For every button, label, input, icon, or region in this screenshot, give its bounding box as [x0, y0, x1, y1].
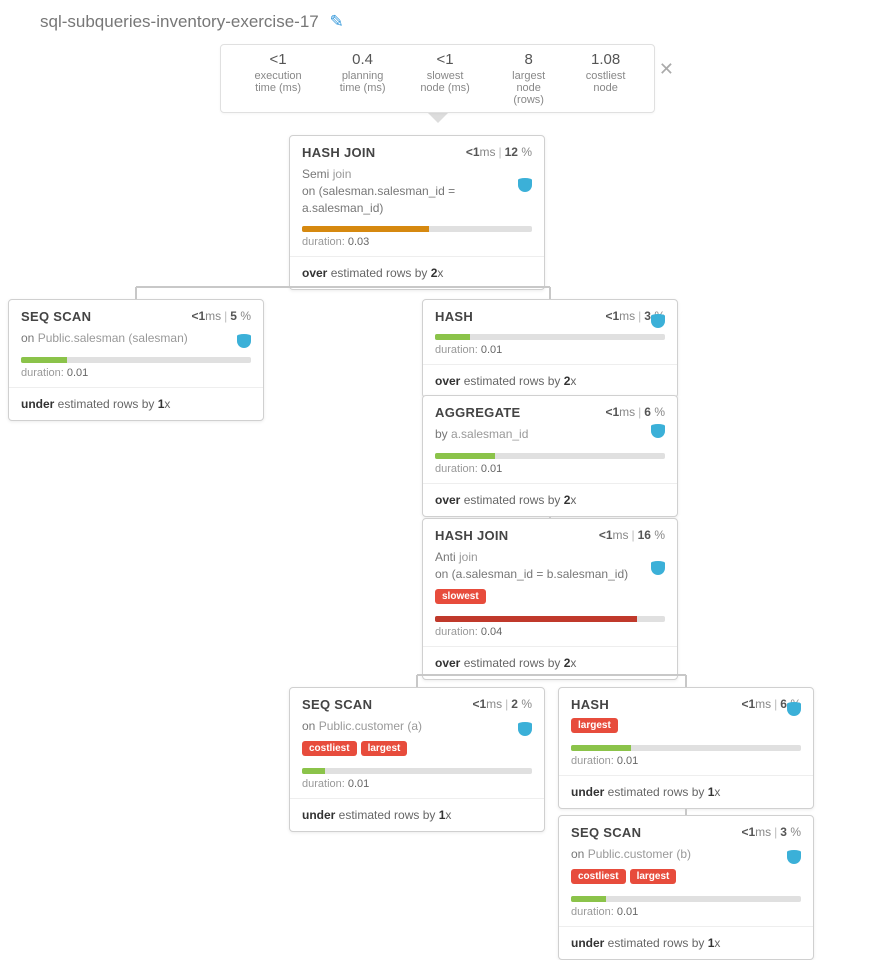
duration-bar — [559, 741, 813, 753]
node-description: on Public.customer (a) — [290, 718, 544, 741]
database-icon[interactable] — [518, 178, 532, 194]
badge-costliest: costliest — [571, 869, 626, 884]
badges: largest — [559, 718, 813, 741]
duration-bar — [423, 612, 677, 624]
connector — [136, 286, 417, 288]
node-header: AGGREGATE <1ms|6 % — [423, 396, 677, 426]
node-meta: <1ms|16 % — [599, 528, 665, 543]
node-header: HASH JOIN <1ms|12 % — [290, 136, 544, 166]
badge-costliest: costliest — [302, 741, 357, 756]
connector — [685, 675, 687, 687]
duration-label: duration: 0.01 — [423, 461, 677, 484]
node-meta: <1ms|2 % — [472, 697, 532, 712]
node-header: SEQ SCAN <1ms|5 % — [9, 300, 263, 330]
connector — [416, 675, 418, 687]
duration-label: duration: 0.01 — [9, 365, 263, 388]
node-header: SEQ SCAN <1ms|2 % — [290, 688, 544, 718]
stat-execution-time: <1 execution time (ms) — [235, 51, 321, 106]
connector — [550, 674, 686, 676]
badge-largest: largest — [361, 741, 408, 756]
plan-node-n2[interactable]: HASH<1ms|3 % duration: 0.01over estimated… — [422, 299, 678, 398]
node-title: HASH — [435, 309, 473, 324]
node-description: Anti joinon (a.salesman_id = b.salesman_… — [423, 549, 677, 589]
node-description: on Public.customer (b) — [559, 846, 813, 869]
node-title: HASH JOIN — [435, 528, 509, 543]
node-meta: <1ms|6 % — [605, 405, 665, 420]
badge-largest: largest — [630, 869, 677, 884]
database-icon[interactable] — [518, 722, 532, 738]
node-title: SEQ SCAN — [21, 309, 91, 324]
duration-bar — [423, 449, 677, 461]
estimate-row: over estimated rows by 2x — [423, 365, 677, 397]
duration-label: duration: 0.01 — [559, 904, 813, 927]
badges: costliest largest — [559, 869, 813, 892]
badge-slowest: slowest — [435, 589, 486, 604]
database-icon[interactable] — [651, 561, 665, 577]
estimate-row: under estimated rows by 1x — [559, 776, 813, 808]
node-title: AGGREGATE — [435, 405, 521, 420]
connector — [135, 287, 137, 299]
badges: costliest largest — [290, 741, 544, 764]
stat-largest-node: 8 largest node (rows) — [486, 51, 571, 106]
duration-bar — [559, 892, 813, 904]
node-header: HASH JOIN <1ms|16 % — [423, 519, 677, 549]
duration-label: duration: 0.04 — [423, 624, 677, 647]
duration-label: duration: 0.01 — [290, 776, 544, 799]
estimate-row: under estimated rows by 1x — [559, 927, 813, 959]
node-description: on Public.salesman (salesman) — [9, 330, 263, 353]
duration-label: duration: 0.01 — [559, 753, 813, 776]
badge-largest: largest — [571, 718, 618, 733]
estimate-row: under estimated rows by 1x — [290, 799, 544, 831]
stats-panel: <1 execution time (ms) 0.4 planning time… — [220, 44, 655, 113]
stat-costliest-node: 1.08 costliest node — [571, 51, 640, 106]
connector — [549, 287, 551, 299]
database-icon[interactable] — [787, 850, 801, 866]
stat-slowest-node: <1 slowest node (ms) — [404, 51, 486, 106]
node-title: HASH — [571, 697, 609, 712]
duration-bar — [423, 330, 677, 342]
estimate-row: over estimated rows by 2x — [290, 257, 544, 289]
node-description: Semi joinon (salesman.salesman_id = a.sa… — [290, 166, 544, 222]
plan-node-n4[interactable]: HASH JOIN <1ms|16 % Anti joinon (a.salesma… — [422, 518, 678, 680]
duration-bar — [290, 222, 544, 234]
node-header: HASH<1ms|3 % — [423, 300, 677, 330]
badges: slowest — [423, 589, 677, 612]
database-icon[interactable] — [787, 702, 801, 718]
node-title: SEQ SCAN — [571, 825, 641, 840]
plan-node-n6[interactable]: HASH<1ms|6 %largest duration: 0.01under e… — [558, 687, 814, 809]
stat-planning-time: 0.4 planning time (ms) — [321, 51, 404, 106]
database-icon[interactable] — [237, 334, 251, 350]
node-header: HASH<1ms|6 % — [559, 688, 813, 718]
page-title-bar: sql-subqueries-inventory-exercise-17 ✎ — [0, 0, 875, 40]
node-meta: <1ms|5 % — [191, 309, 251, 324]
duration-label: duration: 0.03 — [290, 234, 544, 257]
plan-node-n7[interactable]: SEQ SCAN <1ms|3 % on Public.customer (b)co… — [558, 815, 814, 960]
plan-title: sql-subqueries-inventory-exercise-17 — [40, 12, 319, 31]
duration-label: duration: 0.01 — [423, 342, 677, 365]
node-header: SEQ SCAN <1ms|3 % — [559, 816, 813, 846]
estimate-row: under estimated rows by 1x — [9, 388, 263, 420]
database-icon[interactable] — [651, 314, 665, 330]
connector — [549, 517, 551, 518]
pointer-icon — [428, 113, 448, 123]
plan-node-n1[interactable]: SEQ SCAN <1ms|5 % on Public.salesman (sale… — [8, 299, 264, 421]
node-description: by a.salesman_id — [423, 426, 677, 449]
estimate-row: over estimated rows by 2x — [423, 484, 677, 516]
database-icon[interactable] — [651, 424, 665, 440]
connector — [417, 674, 550, 676]
duration-bar — [290, 764, 544, 776]
close-icon[interactable]: ✕ — [659, 59, 674, 80]
connector — [417, 286, 550, 288]
connector — [685, 809, 687, 815]
node-meta: <1ms|3 % — [741, 825, 801, 840]
plan-tree: HASH JOIN <1ms|12 % Semi joinon (salesman.… — [0, 123, 875, 943]
node-title: HASH JOIN — [302, 145, 376, 160]
edit-icon[interactable]: ✎ — [329, 12, 343, 31]
plan-node-n0[interactable]: HASH JOIN <1ms|12 % Semi joinon (salesman.… — [289, 135, 545, 290]
node-meta: <1ms|12 % — [466, 145, 532, 160]
duration-bar — [9, 353, 263, 365]
plan-node-n5[interactable]: SEQ SCAN <1ms|2 % on Public.customer (a)co… — [289, 687, 545, 832]
node-title: SEQ SCAN — [302, 697, 372, 712]
plan-node-n3[interactable]: AGGREGATE <1ms|6 % by a.salesman_idduratio… — [422, 395, 678, 517]
